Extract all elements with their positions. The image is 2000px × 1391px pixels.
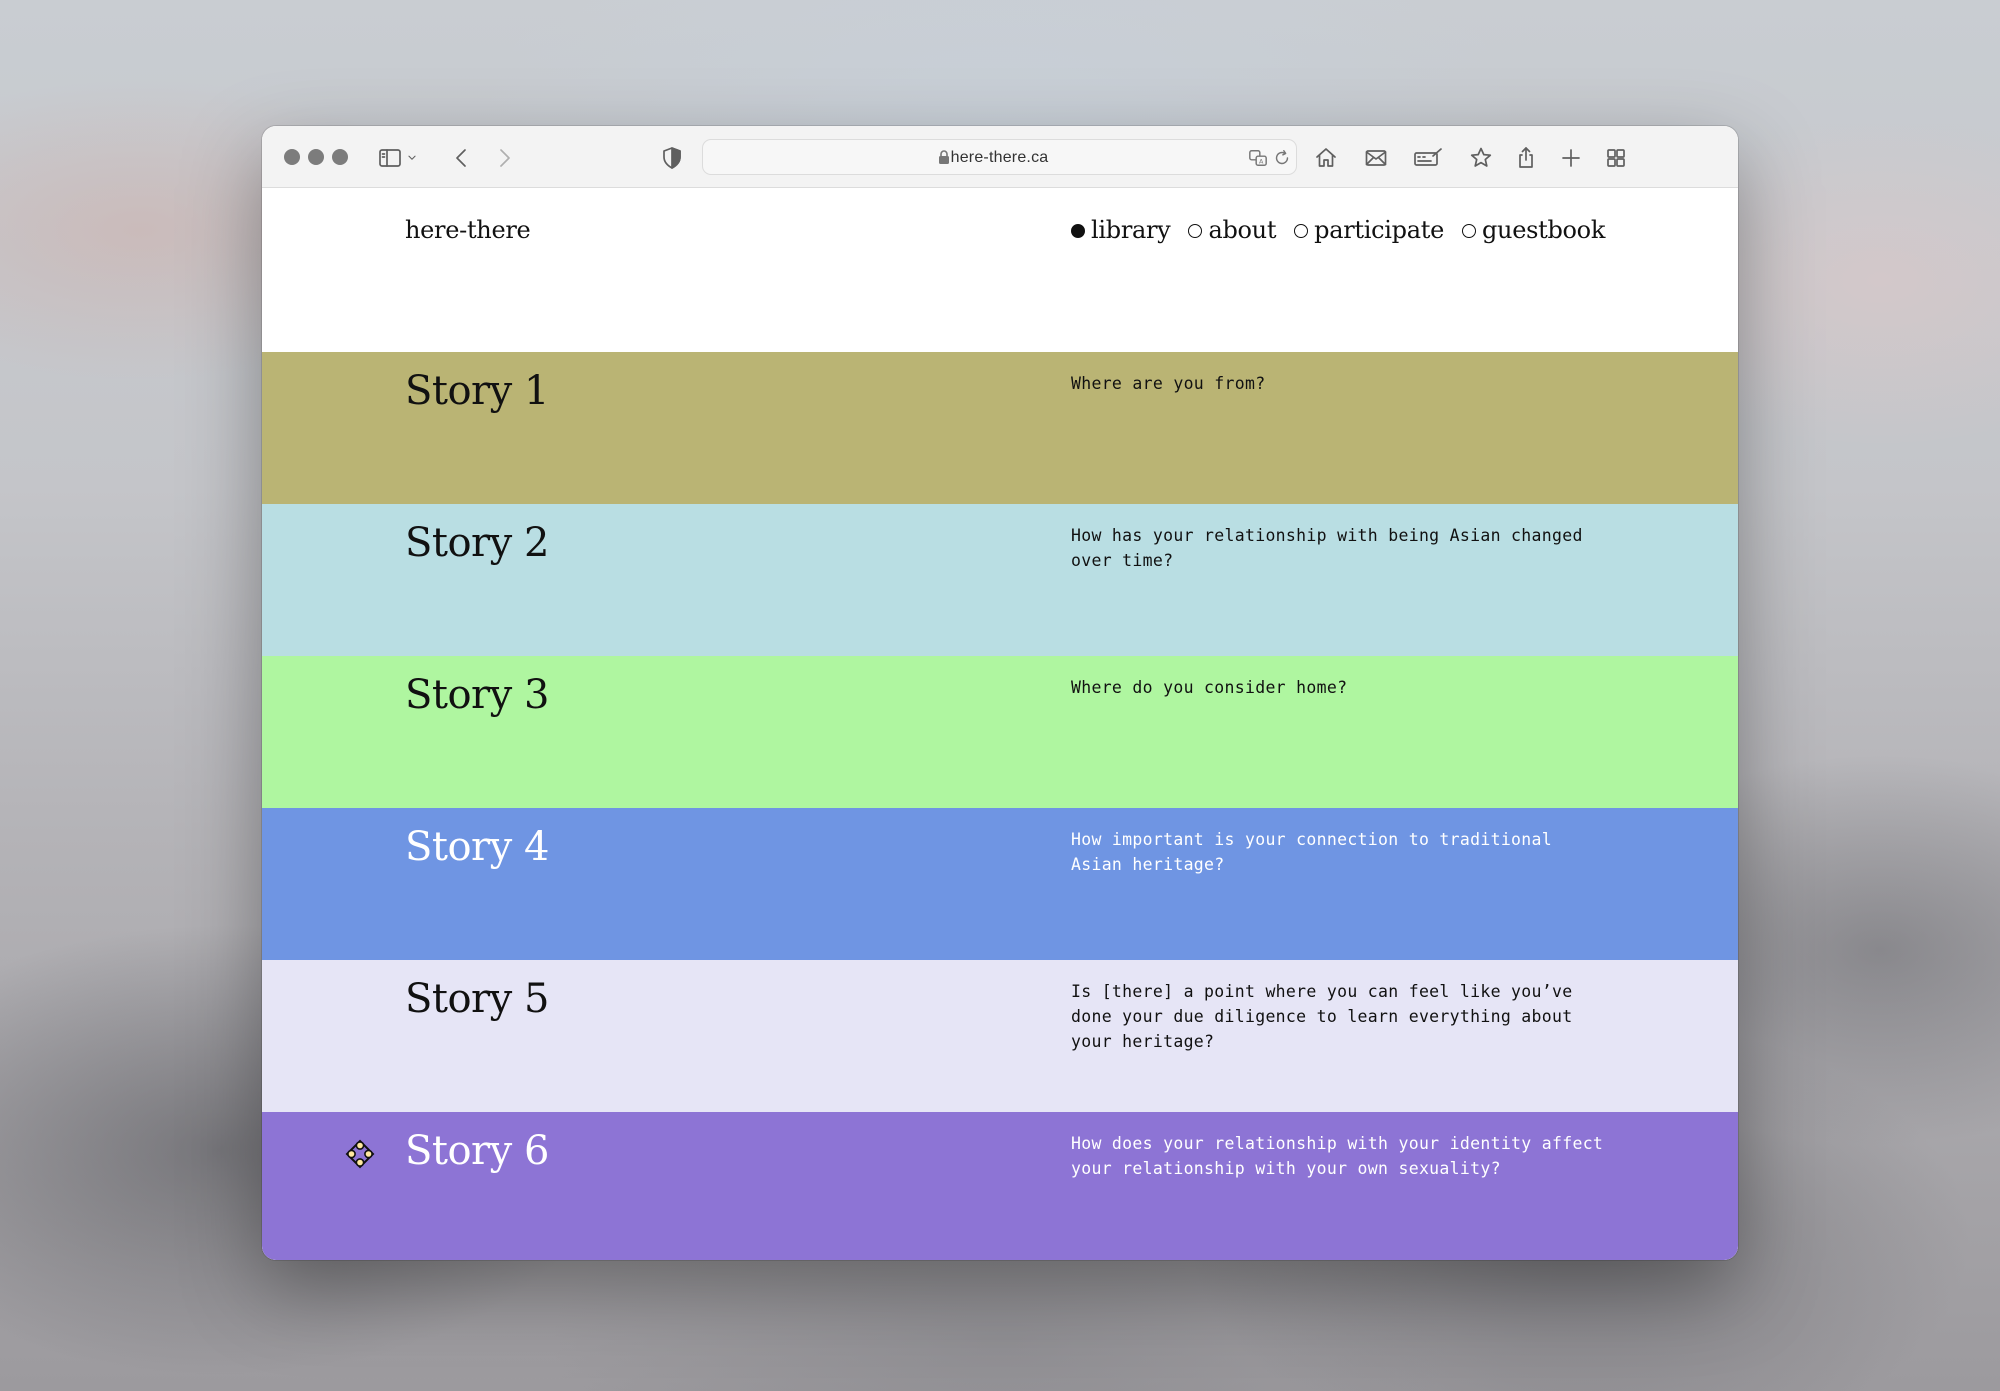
site-logo[interactable]: here-there	[405, 216, 531, 244]
nav-label: library	[1091, 216, 1171, 244]
nav-item-guestbook[interactable]: guestbook	[1461, 216, 1606, 244]
story-row-6[interactable]: Story 6 How does your relationship with …	[262, 1112, 1738, 1260]
nav-item-library[interactable]: library	[1071, 216, 1171, 244]
story-title: Story 2	[405, 520, 549, 566]
story-title: Story 6	[405, 1128, 549, 1174]
story-title: Story 4	[405, 824, 549, 870]
web-page: here-there library about participate gue…	[262, 188, 1738, 1260]
browser-window: here-there.ca A here-there library about…	[262, 126, 1738, 1260]
reload-icon[interactable]	[1271, 147, 1293, 169]
nav-label: participate	[1314, 216, 1444, 244]
browser-toolbar: here-there.ca A	[262, 126, 1738, 188]
story-question: Where are you from?	[1071, 374, 1266, 393]
radio-dot-icon	[1461, 224, 1476, 238]
site-header: here-there library about participate gue…	[262, 188, 1738, 352]
address-bar[interactable]: here-there.ca A	[702, 139, 1297, 175]
story-row-1[interactable]: Story 1 Where are you from?	[262, 352, 1738, 504]
home-icon[interactable]	[1312, 144, 1340, 172]
svg-text:A: A	[1259, 158, 1264, 165]
radio-dot-icon	[1188, 224, 1203, 238]
sidebar-toggle-icon[interactable]	[376, 144, 404, 172]
story-question: How has your relationship with being Asi…	[1071, 526, 1583, 570]
bookmark-star-icon[interactable]	[1467, 144, 1495, 172]
story-title: Story 5	[405, 976, 549, 1022]
story-row-2[interactable]: Story 2 How has your relationship with b…	[262, 504, 1738, 656]
site-nav: library about participate guestbook	[1071, 216, 1605, 244]
back-button[interactable]	[448, 144, 476, 172]
nav-label: guestbook	[1481, 216, 1606, 244]
story-question: How important is your connection to trad…	[1071, 830, 1552, 874]
minimize-window-button[interactable]	[308, 149, 324, 165]
close-window-button[interactable]	[284, 149, 300, 165]
mail-icon[interactable]	[1362, 144, 1390, 172]
story-question: How does your relationship with your ide…	[1071, 1134, 1604, 1178]
story-row-4[interactable]: Story 4 How important is your connection…	[262, 808, 1738, 960]
keyboard-edit-icon[interactable]	[1412, 144, 1444, 172]
forward-button[interactable]	[490, 144, 518, 172]
story-title: Story 3	[405, 672, 549, 718]
story-title: Story 1	[405, 368, 549, 414]
nav-item-about[interactable]: about	[1188, 216, 1276, 244]
zoom-window-button[interactable]	[332, 149, 348, 165]
share-icon[interactable]	[1512, 144, 1540, 172]
radio-dot-icon	[1071, 224, 1085, 238]
translate-icon[interactable]: A	[1247, 147, 1269, 169]
story-row-3[interactable]: Story 3 Where do you consider home?	[262, 656, 1738, 808]
privacy-shield-icon[interactable]	[658, 144, 686, 172]
custom-cursor-icon	[345, 1139, 375, 1169]
tab-overview-icon[interactable]	[1602, 144, 1630, 172]
url-text: here-there.ca	[950, 149, 1049, 166]
story-row-5[interactable]: Story 5 Is [there] a point where you can…	[262, 960, 1738, 1112]
story-question: Is [there] a point where you can feel li…	[1071, 982, 1573, 1051]
story-question: Where do you consider home?	[1071, 678, 1348, 697]
new-tab-icon[interactable]	[1557, 144, 1585, 172]
nav-item-participate[interactable]: participate	[1294, 216, 1444, 244]
radio-dot-icon	[1294, 224, 1309, 238]
chevron-down-icon[interactable]	[402, 144, 422, 172]
nav-label: about	[1208, 216, 1277, 244]
